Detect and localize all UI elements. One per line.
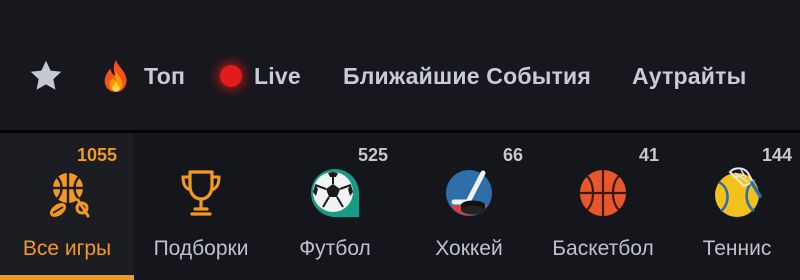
nav-upcoming-label: Ближайшие События bbox=[343, 62, 592, 89]
sport-label: Теннис bbox=[702, 237, 772, 260]
nav-outrights-label: Аутрайты bbox=[632, 62, 747, 89]
sport-label: Все игры bbox=[22, 237, 112, 260]
app-root: Топ Live Ближайшие События Аутрайты 1055 bbox=[0, 0, 800, 280]
sport-count: 144 bbox=[762, 145, 793, 165]
live-dot-icon bbox=[220, 65, 242, 87]
nav-live[interactable]: Live bbox=[218, 56, 301, 96]
sport-label: Хоккей bbox=[435, 237, 503, 260]
sport-collections[interactable]: Подборки bbox=[134, 133, 268, 280]
sport-count: 525 bbox=[358, 145, 389, 165]
sport-label: Подборки bbox=[153, 237, 249, 260]
sports-row: 1055 Все игры Подборки 525 Футбол 66 Хок… bbox=[0, 133, 800, 280]
sport-basketball[interactable]: 41 Баскетбол bbox=[536, 133, 670, 280]
sport-hockey[interactable]: 66 Хоккей bbox=[402, 133, 536, 280]
sport-count: 1055 bbox=[77, 145, 118, 165]
active-indicator bbox=[0, 275, 134, 280]
sport-label: Баскетбол bbox=[552, 237, 654, 260]
hockey-icon bbox=[440, 164, 498, 222]
nav-outrights[interactable]: Аутрайты bbox=[632, 56, 746, 96]
star-icon[interactable] bbox=[27, 58, 65, 94]
fire-icon bbox=[104, 59, 127, 93]
sport-count: 41 bbox=[639, 145, 660, 165]
nav-live-label: Live bbox=[254, 62, 301, 89]
soccer-ball-icon bbox=[306, 164, 364, 222]
top-navigation: Топ Live Ближайшие События Аутрайты bbox=[0, 0, 800, 130]
sport-all-games[interactable]: 1055 Все игры bbox=[0, 133, 134, 280]
nav-top[interactable]: Топ bbox=[100, 56, 185, 96]
basketball-icon bbox=[574, 164, 632, 222]
trophy-icon bbox=[172, 164, 230, 222]
sport-football[interactable]: 525 Футбол bbox=[268, 133, 402, 280]
nav-top-label: Топ bbox=[144, 62, 186, 89]
sport-tennis[interactable]: 144 Теннис bbox=[670, 133, 800, 280]
tennis-ball-icon bbox=[708, 164, 766, 222]
all-sports-icon bbox=[38, 164, 96, 222]
sport-label: Футбол bbox=[299, 237, 371, 260]
sport-count: 66 bbox=[503, 145, 524, 165]
nav-upcoming-events[interactable]: Ближайшие События bbox=[343, 56, 591, 96]
